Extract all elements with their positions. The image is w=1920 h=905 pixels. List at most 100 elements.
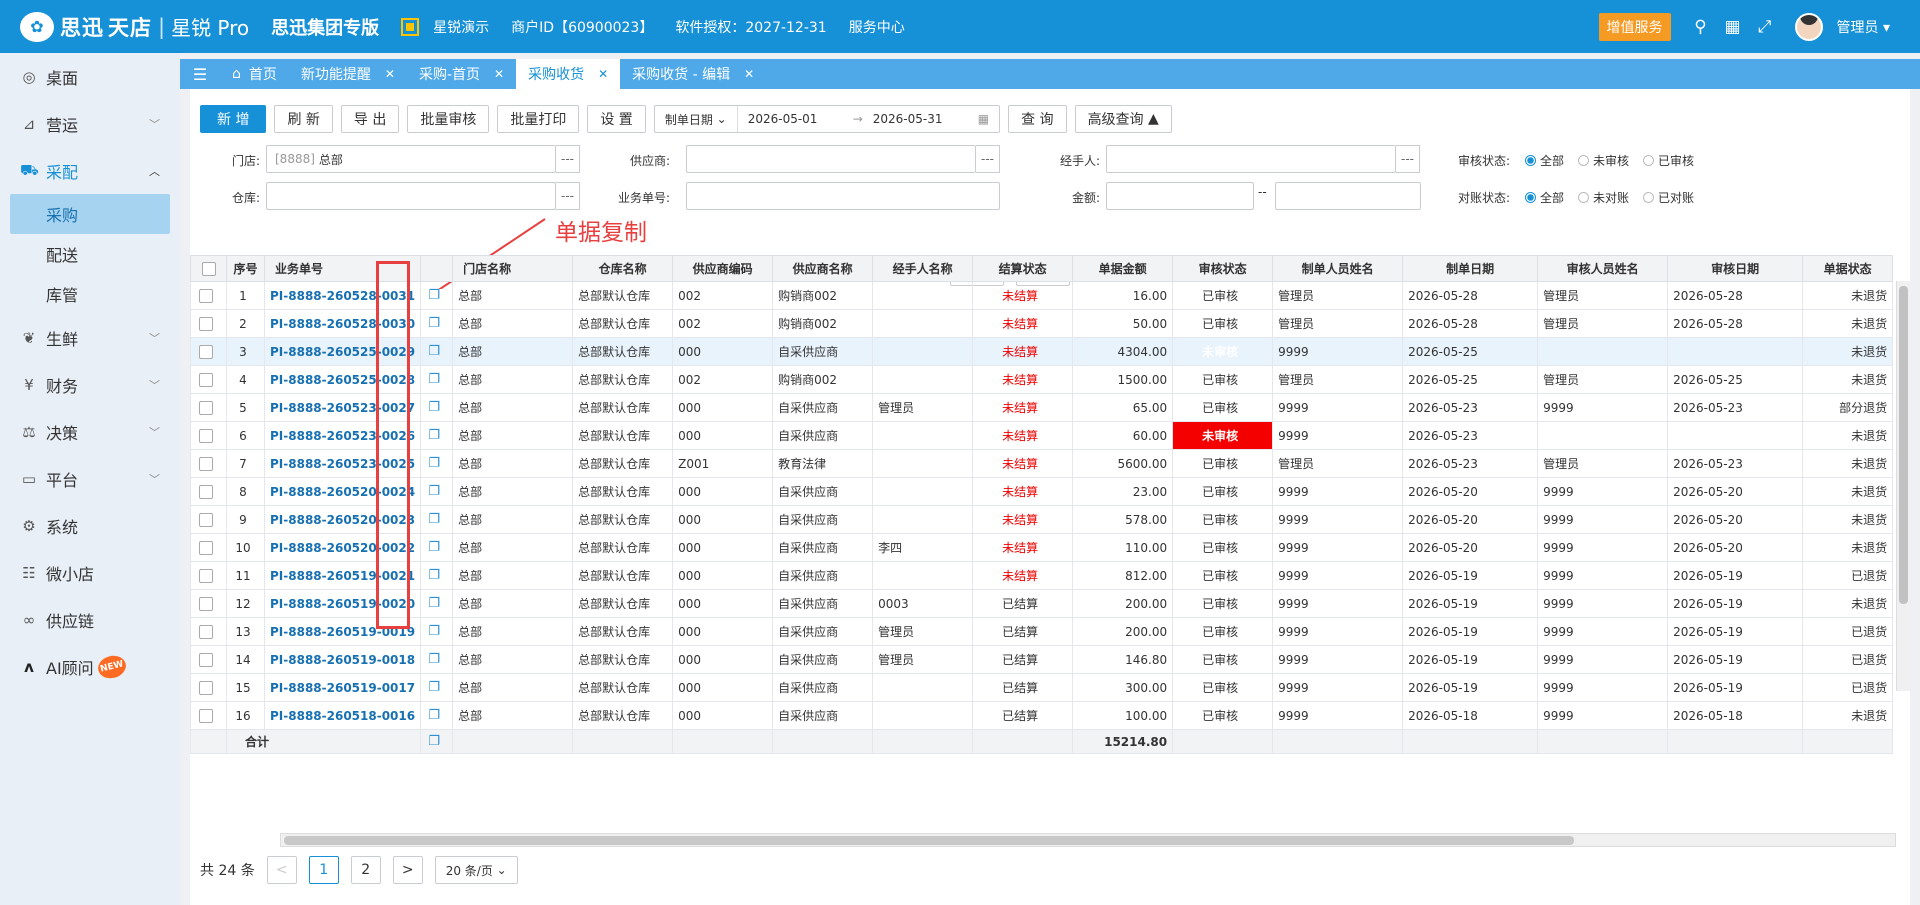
billno-field[interactable] xyxy=(686,182,1000,210)
tab-home[interactable]: ⌂ 首页 xyxy=(220,59,289,89)
qrcode-icon[interactable] xyxy=(401,17,420,36)
recon-radio-unreconciled[interactable]: 未对账 xyxy=(1578,189,1629,206)
column-header[interactable]: 审核日期 xyxy=(1667,255,1804,282)
tab-purchase-receipt-edit[interactable]: 采购收货 - 编辑 ✕ xyxy=(620,59,766,89)
table-row[interactable]: 3 PI-8888-260525-0029 ❐ 总部 总部默认仓库 000 自采供应商 未结算… xyxy=(190,337,1894,366)
table-row[interactable]: 4 PI-8888-260525-0028 ❐ 总部 总部默认仓库 002 购销商002 未结… xyxy=(190,365,1894,394)
copy-icon[interactable]: ❐ xyxy=(420,617,454,646)
bill-number-link[interactable]: PI-8888-260528-0030 xyxy=(263,309,422,338)
table-row[interactable]: 8 PI-8888-260520-0024 ❐ 总部 总部默认仓库 000 自采供应商 未结算… xyxy=(190,477,1894,506)
table-row[interactable]: 6 PI-8888-260523-0026 ❐ 总部 总部默认仓库 000 自采供应商 未结算… xyxy=(190,421,1894,450)
sidebar-item-operation[interactable]: ⊿ 营运 ﹀ xyxy=(0,100,180,147)
avatar[interactable] xyxy=(1794,12,1823,41)
sidebar-item-supplychain[interactable]: ∞ 供应链 xyxy=(0,596,180,643)
copy-icon[interactable]: ❐ xyxy=(420,421,454,450)
audit-radio-audited[interactable]: 已审核 xyxy=(1643,152,1694,169)
close-icon[interactable]: ✕ xyxy=(385,67,395,81)
copy-icon[interactable]: ❐ xyxy=(420,729,454,754)
audit-radio-all[interactable]: 全部 xyxy=(1525,152,1564,169)
sidebar-sub-delivery[interactable]: 配送 xyxy=(0,234,180,274)
next-page-button[interactable]: > xyxy=(392,856,423,884)
table-row[interactable]: 14 PI-8888-260519-0018 ❐ 总部 总部默认仓库 000 自采供应商 管理… xyxy=(190,645,1894,674)
row-checkbox[interactable] xyxy=(190,645,227,674)
table-row[interactable]: 13 PI-8888-260519-0019 ❐ 总部 总部默认仓库 000 自采供应商 管理… xyxy=(190,617,1894,646)
column-header[interactable]: 门店名称 xyxy=(452,255,574,282)
menu-toggle-icon[interactable]: ☰ xyxy=(180,59,220,89)
scrollbar-thumb[interactable] xyxy=(284,836,1574,845)
table-row[interactable]: 9 PI-8888-260520-0023 ❐ 总部 总部默认仓库 000 自采供应商 未结算… xyxy=(190,505,1894,534)
copy-icon[interactable]: ❐ xyxy=(420,393,454,422)
copy-icon[interactable]: ❐ xyxy=(420,505,454,534)
fullscreen-icon[interactable]: ⤢ xyxy=(1749,17,1781,37)
scrollbar-thumb[interactable] xyxy=(1899,286,1908,604)
supplier-picker-button[interactable]: --- xyxy=(976,145,1000,173)
row-checkbox[interactable] xyxy=(190,281,227,310)
settings-button[interactable]: 设 置 xyxy=(587,105,646,133)
row-checkbox[interactable] xyxy=(190,393,227,422)
copy-icon[interactable]: ❐ xyxy=(420,337,454,366)
table-row[interactable]: 1 PI-8888-260528-0031 ❐ 总部 总部默认仓库 002 购销商002 未结… xyxy=(190,281,1894,310)
tab-purchase-home[interactable]: 采购-首页 ✕ xyxy=(407,59,516,89)
column-header[interactable]: 制单日期 xyxy=(1402,255,1539,282)
row-checkbox[interactable] xyxy=(190,309,227,338)
copy-icon[interactable]: ❐ xyxy=(420,365,454,394)
amount-min-field[interactable] xyxy=(1106,182,1254,210)
column-header[interactable]: 供应商编码 xyxy=(672,255,774,282)
column-header[interactable]: 审核人员姓名 xyxy=(1537,255,1669,282)
row-checkbox[interactable] xyxy=(190,533,227,562)
copy-icon[interactable]: ❐ xyxy=(420,533,454,562)
sidebar-item-decision[interactable]: ⚖ 决策 ﹀ xyxy=(0,408,180,455)
column-header[interactable]: 供应商名称 xyxy=(772,255,874,282)
table-row[interactable]: 11 PI-8888-260519-0021 ❐ 总部 总部默认仓库 000 自采供应商 未结… xyxy=(190,561,1894,590)
row-checkbox[interactable] xyxy=(190,617,227,646)
column-header[interactable]: 仓库名称 xyxy=(572,255,674,282)
table-row[interactable]: 7 PI-8888-260523-0025 ❐ 总部 总部默认仓库 Z001 教育法律 未结算… xyxy=(190,449,1894,478)
row-checkbox[interactable] xyxy=(190,561,227,590)
copy-icon[interactable]: ❐ xyxy=(420,673,454,702)
app-logo[interactable]: ✿ 思迅 天店 | 星锐 Pro xyxy=(0,0,249,53)
date-range-picker[interactable]: 制单日期 ⌄ 2026-05-01 → 2026-05-31 ▦ xyxy=(653,105,1001,133)
column-header[interactable]: 制单人员姓名 xyxy=(1272,255,1404,282)
bill-number-link[interactable]: PI-8888-260519-0019 xyxy=(263,617,422,646)
query-button[interactable]: 查 询 xyxy=(1008,105,1067,133)
bill-number-link[interactable]: PI-8888-260523-0027 xyxy=(263,393,422,422)
column-header[interactable]: 审核状态 xyxy=(1172,255,1274,282)
audit-radio-unaudited[interactable]: 未审核 xyxy=(1578,152,1629,169)
amount-max-field[interactable] xyxy=(1275,182,1421,210)
sidebar-item-procurement[interactable]: ⛟ 采配 ︿ xyxy=(0,147,180,194)
page-size-select[interactable]: 20 条/页 ⌄ xyxy=(434,856,518,884)
sidebar-item-fresh[interactable]: ❦ 生鲜 ﹀ xyxy=(0,314,180,361)
advanced-query-button[interactable]: 高级查询 ▲ xyxy=(1074,105,1172,133)
row-checkbox[interactable] xyxy=(190,477,227,506)
recon-radio-reconciled[interactable]: 已对账 xyxy=(1643,189,1694,206)
recon-radio-all[interactable]: 全部 xyxy=(1525,189,1564,206)
vertical-scrollbar[interactable] xyxy=(1896,281,1910,691)
tab-new-features[interactable]: 新功能提醒 ✕ xyxy=(289,59,407,89)
row-checkbox[interactable] xyxy=(190,365,227,394)
sidebar-sub-inventory[interactable]: 库管 xyxy=(0,274,180,314)
bill-number-link[interactable]: PI-8888-260520-0022 xyxy=(263,533,422,562)
bill-number-link[interactable]: PI-8888-260523-0026 xyxy=(263,421,422,450)
search-icon[interactable]: ⚲ xyxy=(1685,17,1717,37)
table-row[interactable]: 5 PI-8888-260523-0027 ❐ 总部 总部默认仓库 000 自采供应商 管理员… xyxy=(190,393,1894,422)
copy-icon[interactable]: ❐ xyxy=(420,281,454,310)
close-icon[interactable]: ✕ xyxy=(494,67,504,81)
user-menu[interactable]: 管理员 ▾ xyxy=(1837,17,1890,37)
row-checkbox[interactable] xyxy=(190,589,227,618)
bill-number-link[interactable]: PI-8888-260519-0017 xyxy=(263,673,422,702)
row-checkbox[interactable] xyxy=(190,505,227,534)
table-row[interactable]: 15 PI-8888-260519-0017 ❐ 总部 总部默认仓库 000 自采供应商 已结… xyxy=(190,673,1894,702)
bill-number-link[interactable]: PI-8888-260525-0028 xyxy=(263,365,422,394)
copy-icon[interactable]: ❐ xyxy=(420,701,454,730)
close-icon[interactable]: ✕ xyxy=(598,67,608,81)
date-from[interactable]: 2026-05-01 xyxy=(738,112,853,126)
table-row[interactable]: 12 PI-8888-260519-0020 ❐ 总部 总部默认仓库 000 自采供应商 00… xyxy=(190,589,1894,618)
table-row[interactable]: 10 PI-8888-260520-0022 ❐ 总部 总部默认仓库 000 自采供应商 李四… xyxy=(190,533,1894,562)
row-checkbox[interactable] xyxy=(190,421,227,450)
copy-icon[interactable]: ❐ xyxy=(420,645,454,674)
bill-number-link[interactable]: PI-8888-260518-0016 xyxy=(263,701,422,730)
bill-number-link[interactable]: PI-8888-260520-0023 xyxy=(263,505,422,534)
handler-picker-button[interactable]: --- xyxy=(1396,145,1420,173)
tab-purchase-receipt[interactable]: 采购收货 ✕ xyxy=(516,59,621,89)
select-all-checkbox[interactable] xyxy=(190,255,227,282)
